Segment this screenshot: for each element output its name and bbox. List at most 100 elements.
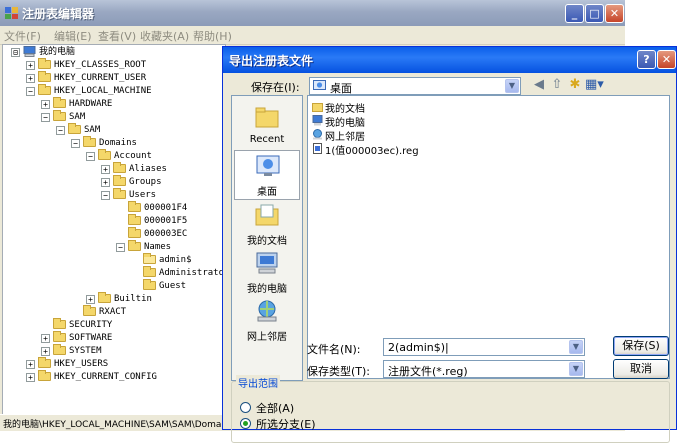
filetype-select[interactable]: 注册文件(*.reg) ▼ (383, 360, 585, 378)
tree-node[interactable]: − HKEY_LOCAL_MACHINE (3, 84, 223, 97)
tree-node-label: Names (144, 242, 172, 252)
expand-icon[interactable]: + (86, 295, 95, 304)
folder-icon (38, 71, 51, 82)
expand-icon[interactable]: + (101, 165, 110, 174)
tree-node[interactable]: − Account (3, 149, 223, 162)
menu-file[interactable]: 文件(F) (4, 28, 41, 44)
tree-node-label: Aliases (129, 164, 167, 174)
folder-icon (98, 149, 111, 160)
tree-node[interactable]: + SOFTWARE (3, 331, 223, 344)
folder-icon (53, 344, 66, 355)
tree-node[interactable]: − Names (3, 240, 223, 253)
minimize-button[interactable]: _ (565, 4, 584, 23)
menu-help[interactable]: 帮助(H) (193, 28, 232, 44)
registry-editor-title: 注册表编辑器 (22, 7, 95, 21)
tree-node[interactable]: + Groups (3, 175, 223, 188)
expand-icon[interactable]: + (26, 74, 35, 83)
tree-node-label: Users (129, 190, 157, 200)
collapse-icon[interactable]: − (86, 152, 95, 161)
tree-node-label: RXACT (99, 307, 127, 317)
radio-selected-branch[interactable] (240, 418, 251, 429)
expand-icon[interactable]: + (101, 178, 110, 187)
my-documents-icon (255, 204, 279, 226)
tree-node[interactable]: + SYSTEM (3, 344, 223, 357)
new-folder-icon[interactable]: ✱ (566, 76, 584, 94)
expand-icon[interactable]: + (41, 100, 50, 109)
maximize-button[interactable]: □ (585, 4, 604, 23)
expand-icon[interactable]: + (26, 61, 35, 70)
dialog-titlebar[interactable]: 导出注册表文件 ? ✕ (223, 47, 676, 73)
folder-icon (113, 162, 126, 173)
chevron-down-icon[interactable]: ▼ (505, 79, 519, 93)
tree-node[interactable]: − Domains (3, 136, 223, 149)
registry-editor-titlebar[interactable]: 注册表编辑器 _ □ ✕ (0, 0, 625, 26)
tree-node-label: SYSTEM (69, 346, 102, 356)
save-in-value: 桌面 (330, 82, 352, 95)
tree-node[interactable]: + Aliases (3, 162, 223, 175)
tree-node[interactable]: − SAM (3, 123, 223, 136)
radio-all[interactable] (240, 402, 251, 413)
close-button[interactable]: ✕ (605, 4, 624, 23)
collapse-icon[interactable]: − (26, 87, 35, 96)
save-in-combobox[interactable]: 桌面 ▼ (309, 77, 521, 95)
tree-node-label: 000003EC (144, 229, 188, 239)
tree-node-label: 我的电脑 (39, 47, 76, 57)
place-my-documents[interactable]: 我的文档 (234, 200, 300, 250)
collapse-icon[interactable]: − (56, 126, 65, 135)
up-folder-icon[interactable]: ⇧ (548, 76, 566, 94)
tree-node[interactable]: + HKEY_CLASSES_ROOT (3, 58, 223, 71)
expand-icon[interactable]: + (26, 360, 35, 369)
reg-file-icon (313, 143, 322, 154)
chevron-down-icon[interactable]: ▼ (569, 340, 583, 354)
expand-icon[interactable]: + (41, 334, 50, 343)
collapse-icon[interactable]: − (41, 113, 50, 122)
tree-node[interactable]: − Users (3, 188, 223, 201)
registry-tree[interactable]: ⊟ 我的电脑 + HKEY_CLASSES_ROOT + HKEY_CURRENT_USE… (2, 44, 226, 416)
place-label: 桌面 (257, 187, 277, 198)
menu-favorites[interactable]: 收藏夹(A) (140, 28, 189, 44)
help-button[interactable]: ? (637, 50, 656, 69)
tree-node[interactable]: ⊟ 我的电脑 (3, 46, 223, 58)
collapse-icon[interactable]: − (101, 191, 110, 200)
collapse-icon[interactable]: ⊟ (11, 48, 20, 57)
place-network[interactable]: 网上邻居 (234, 296, 300, 346)
filename-input[interactable]: 2(admin$)| ▼ (383, 338, 585, 356)
back-icon[interactable]: ◀ (530, 76, 548, 94)
expand-icon[interactable]: + (41, 347, 50, 356)
tree-node[interactable]: RXACT (3, 305, 223, 318)
tree-node[interactable]: admin$ (3, 253, 223, 266)
tree-node-label: HKEY_CLASSES_ROOT (54, 60, 147, 70)
chevron-down-icon[interactable]: ▼ (569, 362, 583, 376)
place-desktop[interactable]: 桌面 (234, 150, 300, 200)
tree-node[interactable]: + HKEY_CURRENT_CONFIG (3, 370, 223, 383)
save-button[interactable]: 保存(S) (613, 336, 669, 356)
tree-node[interactable]: Guest (3, 279, 223, 292)
filetype-value: 注册文件(*.reg) (388, 365, 468, 378)
place-recent[interactable]: Recent (234, 102, 300, 152)
tree-node[interactable]: SECURITY (3, 318, 223, 331)
tree-node[interactable]: + HKEY_USERS (3, 357, 223, 370)
place-my-computer[interactable]: 我的电脑 (234, 248, 300, 298)
menu-edit[interactable]: 编辑(E) (54, 28, 92, 44)
collapse-icon[interactable]: − (71, 139, 80, 148)
menu-view[interactable]: 查看(V) (98, 28, 136, 44)
tree-node[interactable]: − SAM (3, 110, 223, 123)
tree-node-label: HARDWARE (69, 99, 113, 109)
tree-node[interactable]: Administrato (3, 266, 224, 279)
tree-node[interactable]: 000001F4 (3, 201, 223, 214)
tree-node[interactable]: + Builtin (3, 292, 223, 305)
expand-icon[interactable]: + (26, 373, 35, 382)
tree-node[interactable]: + HARDWARE (3, 97, 223, 110)
tree-node-label: HKEY_USERS (54, 359, 109, 369)
folder-icon (128, 214, 141, 225)
cancel-button[interactable]: 取消 (613, 359, 669, 379)
view-menu-icon[interactable]: ▦▾ (585, 76, 604, 94)
tree-node[interactable]: 000001F5 (3, 214, 223, 227)
tree-node[interactable]: 000003EC (3, 227, 223, 240)
collapse-icon[interactable]: − (116, 243, 125, 252)
folder-icon (53, 331, 66, 342)
places-bar: Recent 桌面 我的文档 我的电脑 网上邻居 (231, 95, 303, 381)
folder-icon (98, 292, 111, 303)
tree-node[interactable]: + HKEY_CURRENT_USER (3, 71, 223, 84)
dialog-close-button[interactable]: ✕ (657, 50, 676, 69)
